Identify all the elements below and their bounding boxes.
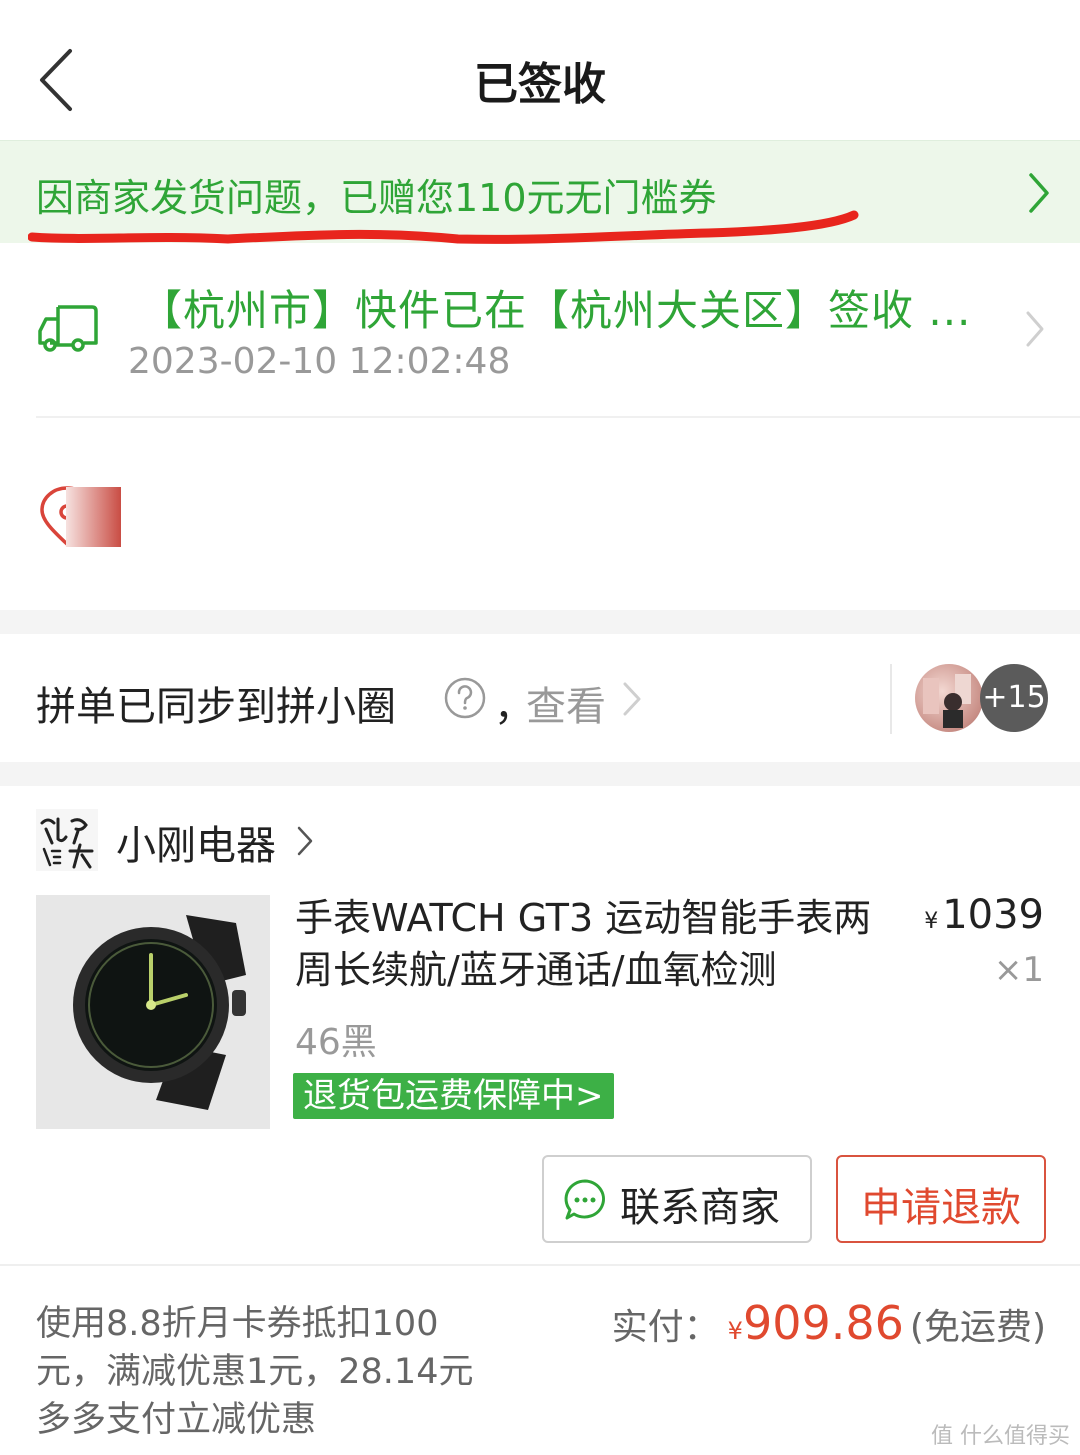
chevron-right-icon <box>1026 311 1044 347</box>
avatar-more-count[interactable]: +15 <box>980 664 1048 732</box>
avatar[interactable] <box>915 664 983 732</box>
share-text: 拼单已同步到拼小圈 <box>36 684 396 730</box>
section-separator <box>0 762 1080 786</box>
watermark: 值 什么值得买 <box>931 1424 1070 1449</box>
contact-merchant-button[interactable]: 联系商家 <box>542 1155 812 1243</box>
product-image[interactable] <box>36 895 270 1129</box>
currency-symbol: ¥ <box>924 909 939 934</box>
shipping-note: (免运费) <box>909 1307 1046 1348</box>
product-spec: 46黑 <box>295 1022 377 1063</box>
refund-button-label: 申请退款 <box>861 1185 1021 1231</box>
payment-label: 实付： <box>611 1307 720 1348</box>
store-name: 小刚电器 <box>116 823 276 869</box>
chevron-right-icon <box>1029 173 1049 213</box>
currency-symbol: ¥ <box>727 1317 743 1345</box>
price-value: 1039 <box>942 892 1044 938</box>
product-quantity: ×1 <box>993 950 1044 990</box>
address-row[interactable] <box>0 418 1080 610</box>
page-title: 已签收 <box>474 59 606 110</box>
store-row[interactable]: 小刚电器 <box>0 785 1080 885</box>
logistics-time: 2023-02-10 12:02:48 <box>128 341 511 382</box>
shipping-guarantee-badge[interactable]: 退货包运费保障中> <box>293 1073 614 1119</box>
contact-button-label: 联系商家 <box>620 1185 780 1231</box>
payment-summary: 实付： ¥909.86 (免运费) <box>612 1296 1046 1350</box>
help-icon[interactable] <box>443 676 487 720</box>
refund-button[interactable]: 申请退款 <box>836 1155 1046 1243</box>
section-separator <box>0 610 1080 634</box>
group-share-row[interactable]: 拼单已同步到拼小圈 ， 查看 +15 <box>0 634 1080 762</box>
store-logo <box>36 809 98 871</box>
header-bar: 已签收 <box>0 0 1080 140</box>
payment-amount: 909.86 <box>742 1296 904 1350</box>
truck-icon <box>38 305 98 352</box>
logistics-row[interactable]: 【杭州市】快件已在【杭州大关区】签收 ... 2023-02-10 12:02:… <box>0 243 1080 418</box>
product-title[interactable]: 手表WATCH GT3 运动智能手表两周长续航/蓝牙通话/血氧检测 <box>295 892 895 996</box>
chat-icon <box>564 1179 605 1220</box>
product-price: ¥1039 <box>924 892 1044 938</box>
view-link[interactable]: 查看 <box>526 674 606 732</box>
divider <box>890 664 892 734</box>
divider <box>0 1264 1080 1266</box>
discount-note: 使用8.8折月卡券抵扣100元，满减优惠1元，28.14元多多支付立减优惠 <box>36 1304 474 1440</box>
redacted-address <box>66 487 121 547</box>
chevron-right-icon <box>297 826 313 856</box>
logistics-status: 【杭州市】快件已在【杭州大关区】签收 ... <box>140 286 972 335</box>
chevron-right-icon <box>623 682 641 716</box>
